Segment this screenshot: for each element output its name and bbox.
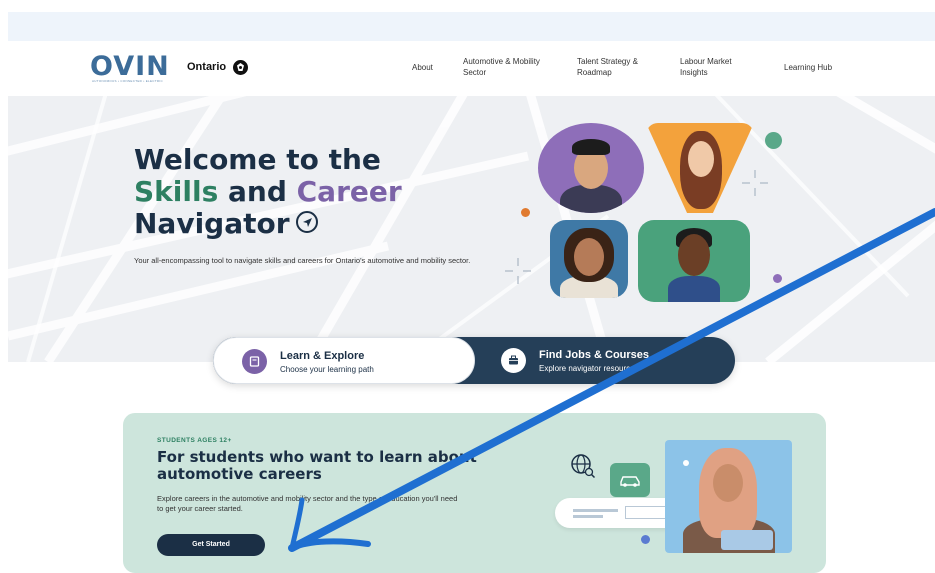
hero-section: Welcome to the Skills and Career Navigat… — [8, 96, 935, 362]
logo-subtitle: AUTONOMOUS • CONNECTED • ELECTRIC — [92, 79, 163, 83]
tab-find-jobs-subtitle: Explore navigator resources — [539, 364, 639, 373]
nav-labour-market-insights[interactable]: Labour Market Insights — [680, 56, 755, 78]
briefcase-icon — [501, 348, 526, 373]
students-card: STUDENTS AGES 12+ For students who want … — [123, 413, 826, 573]
nav-learning-hub[interactable]: Learning Hub — [784, 62, 832, 73]
car-icon — [610, 463, 650, 497]
ovin-logo[interactable]: OVIN AUTONOMOUS • CONNECTED • ELECTRIC — [90, 53, 175, 85]
hero-title-and: and — [228, 175, 287, 208]
decor-dot-blue — [641, 535, 650, 544]
hero-title-line3: Navigator — [134, 208, 402, 240]
hero-description: Your all-encompassing tool to navigate s… — [134, 256, 471, 265]
page: OVIN AUTONOMOUS • CONNECTED • ELECTRIC O… — [0, 0, 935, 573]
site-header: OVIN AUTONOMOUS • CONNECTED • ELECTRIC O… — [0, 41, 935, 96]
top-strip — [8, 12, 935, 41]
decor-dot-purple — [773, 274, 782, 283]
hero-title: Welcome to the Skills and Career Navigat… — [134, 144, 402, 240]
students-eyebrow: STUDENTS AGES 12+ — [157, 437, 232, 444]
portrait-student-hijab — [665, 440, 792, 553]
hero-title-line1: Welcome to the — [134, 143, 381, 176]
nav-about[interactable]: About — [412, 62, 433, 73]
students-title: For students who want to learn about aut… — [157, 448, 477, 483]
hero-title-career: Career — [296, 175, 402, 208]
nav-automotive-mobility-sector[interactable]: Automotive & Mobility Sector — [463, 56, 563, 78]
nav-talent-strategy-roadmap[interactable]: Talent Strategy & Roadmap — [577, 56, 657, 78]
portrait-woman-smiling — [550, 220, 628, 298]
decor-sparkle-left — [505, 258, 531, 284]
get-started-button[interactable]: Get Started — [157, 534, 265, 556]
ontario-trillium-icon — [233, 60, 248, 75]
tab-learn-explore[interactable]: Learn & Explore Choose your learning pat… — [213, 337, 475, 384]
hero-title-navigator: Navigator — [134, 207, 290, 240]
decor-dot-orange — [521, 208, 530, 217]
hero-title-line2: Skills and Career — [134, 176, 402, 208]
portrait-child — [638, 220, 750, 302]
ontario-wordmark[interactable]: Ontario — [187, 61, 226, 73]
navigator-tabs: Learn & Explore Choose your learning pat… — [213, 337, 735, 384]
tab-learn-explore-title: Learn & Explore — [280, 350, 365, 362]
portrait-young-man — [538, 123, 644, 213]
tab-learn-explore-subtitle: Choose your learning path — [280, 365, 374, 374]
hero-title-skills: Skills — [134, 175, 219, 208]
navigation-arrow-icon — [295, 211, 318, 233]
book-icon — [242, 349, 267, 374]
students-description: Explore careers in the automotive and mo… — [157, 494, 458, 513]
logo-text: OVIN — [90, 51, 170, 82]
tab-find-jobs-courses[interactable]: Find Jobs & Courses Explore navigator re… — [475, 337, 735, 384]
decor-sparkle-right — [742, 170, 768, 196]
decor-dot-green — [765, 132, 782, 149]
tab-find-jobs-title: Find Jobs & Courses — [539, 349, 650, 361]
globe-search-icon — [571, 454, 596, 479]
